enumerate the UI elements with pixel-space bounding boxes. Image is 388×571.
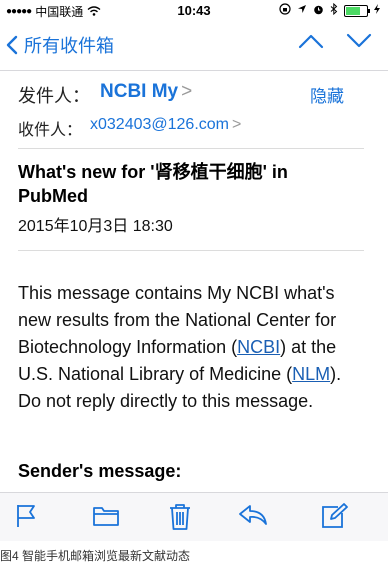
location-icon (297, 4, 307, 17)
move-folder-button[interactable] (92, 503, 120, 527)
ncbi-link[interactable]: NCBI (237, 337, 280, 357)
chevron-right-icon: > (232, 116, 242, 133)
trash-button[interactable] (168, 503, 192, 531)
to-row: 收件人： x032403@126.com > (18, 116, 388, 140)
from-label: 发件人： (18, 86, 90, 106)
compose-button[interactable] (320, 503, 348, 529)
bluetooth-icon (330, 2, 338, 18)
message-body: This message contains My NCBI what's new… (18, 280, 348, 415)
mail-screen: ●●●●● 中国联通 10:43 所有收件箱 发件人： NCBI My > 隐藏… (0, 0, 388, 571)
figure-caption: 图4 智能手机邮箱浏览最新文献动态 (0, 549, 191, 563)
divider (18, 250, 364, 251)
rotation-lock-icon (279, 3, 291, 18)
chevron-down-icon (346, 33, 372, 48)
message-date: 2015年10月3日 18:30 (18, 218, 173, 235)
chevron-left-icon (6, 35, 18, 56)
charging-icon (374, 4, 380, 17)
flag-button[interactable] (14, 503, 38, 529)
nlm-link[interactable]: NLM (292, 364, 330, 384)
battery-icon (344, 4, 370, 17)
status-bar: ●●●●● 中国联通 10:43 (0, 0, 388, 20)
next-message-button[interactable] (346, 32, 372, 50)
folder-icon (93, 507, 119, 526)
body-text: ). (330, 364, 342, 384)
chevron-up-icon (298, 34, 324, 49)
from-row: 发件人： NCBI My > 隐藏 (18, 81, 388, 108)
message-nav (298, 32, 372, 50)
recipient-address-text: x032403@126.com (90, 116, 229, 133)
divider (18, 148, 364, 149)
body-paragraph: This message contains My NCBI what's new… (18, 280, 348, 388)
compose-icon (322, 503, 348, 528)
recipient-address[interactable]: x032403@126.com > (90, 116, 241, 134)
reply-icon (239, 505, 267, 525)
hide-details-link[interactable]: 隐藏 (310, 82, 344, 107)
trash-icon (170, 504, 190, 530)
sender-name-text: NCBI My (100, 81, 179, 102)
nav-bar: 所有收件箱 (0, 22, 388, 71)
no-reply-notice: Do not reply directly to this message. (18, 391, 314, 411)
alarm-icon (313, 4, 324, 18)
message-subject: What's new for '肾移植干细胞' in PubMed (18, 162, 288, 206)
status-right (279, 2, 380, 18)
back-button[interactable]: 所有收件箱 (6, 32, 114, 58)
flag-icon (17, 505, 35, 527)
previous-message-button[interactable] (298, 32, 324, 50)
sender-name[interactable]: NCBI My > (100, 81, 192, 103)
sender-message-heading: Sender's message: (18, 461, 182, 481)
chevron-right-icon: > (181, 81, 193, 102)
bottom-toolbar (0, 492, 388, 541)
back-button-label: 所有收件箱 (24, 36, 114, 56)
reply-button[interactable] (238, 503, 268, 527)
to-label: 收件人： (18, 122, 83, 139)
